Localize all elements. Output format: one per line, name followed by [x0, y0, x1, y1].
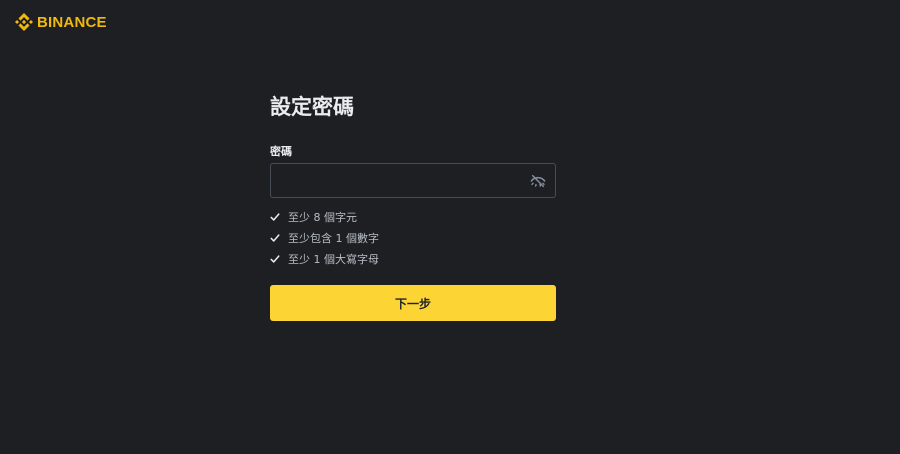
header: BINANCE: [15, 12, 107, 32]
password-requirements: 至少 8 個字元 至少包含 1 個數字 至少 1 個大寫字母: [270, 206, 556, 269]
check-icon: [270, 212, 280, 221]
requirement-text: 至少 1 個大寫字母: [288, 252, 379, 266]
requirement-item: 至少 8 個字元: [270, 206, 556, 227]
requirement-text: 至少 8 個字元: [288, 210, 357, 224]
set-password-form: 設定密碼 密碼 至少 8 個字元 至少包含 1 個數字 至少 1 個大寫字母 下…: [270, 92, 556, 321]
requirement-text: 至少包含 1 個數字: [288, 231, 379, 245]
check-icon: [270, 254, 280, 263]
password-input[interactable]: [271, 164, 529, 197]
password-label: 密碼: [270, 145, 292, 158]
toggle-visibility-button[interactable]: [529, 172, 547, 190]
binance-logo-icon[interactable]: [15, 13, 33, 31]
next-button[interactable]: 下一步: [270, 285, 556, 321]
page-title: 設定密碼: [270, 95, 354, 119]
check-icon: [270, 233, 280, 242]
password-field: [270, 163, 556, 198]
requirement-item: 至少包含 1 個數字: [270, 227, 556, 248]
eye-off-icon: [530, 174, 546, 187]
requirement-item: 至少 1 個大寫字母: [270, 248, 556, 269]
logo-text[interactable]: BINANCE: [37, 14, 107, 31]
